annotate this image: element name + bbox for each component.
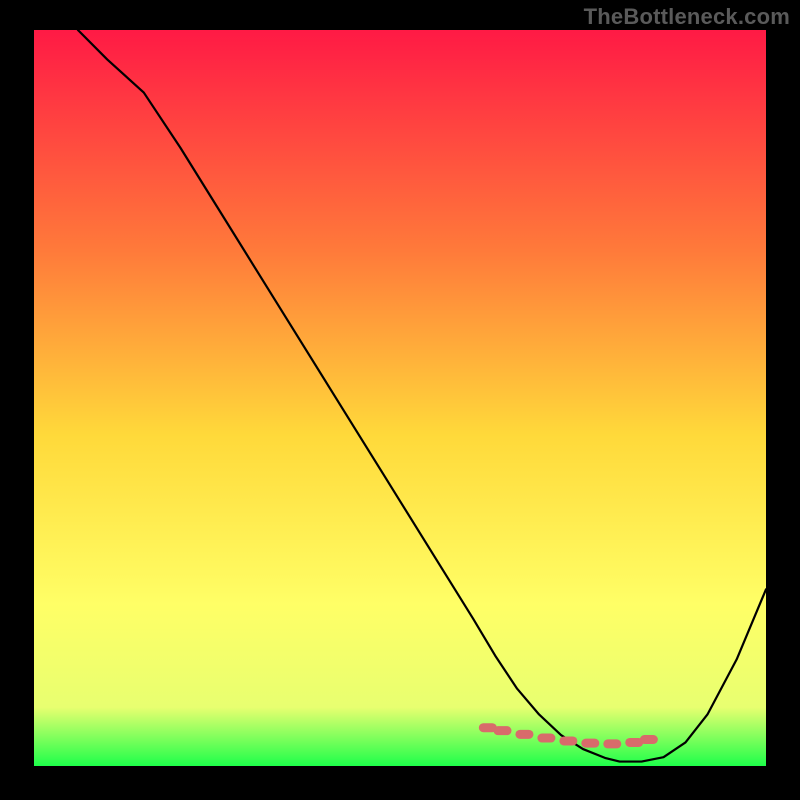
optimal-marker — [537, 734, 555, 743]
optimal-marker — [559, 736, 577, 745]
optimal-marker — [493, 726, 511, 735]
optimal-marker — [640, 735, 658, 744]
gradient-background — [34, 30, 766, 766]
plot-area — [34, 30, 766, 766]
optimal-marker — [515, 730, 533, 739]
optimal-marker — [603, 739, 621, 748]
chart-svg — [34, 30, 766, 766]
chart-container: TheBottleneck.com — [0, 0, 800, 800]
watermark-text: TheBottleneck.com — [584, 4, 790, 30]
optimal-marker — [581, 739, 599, 748]
